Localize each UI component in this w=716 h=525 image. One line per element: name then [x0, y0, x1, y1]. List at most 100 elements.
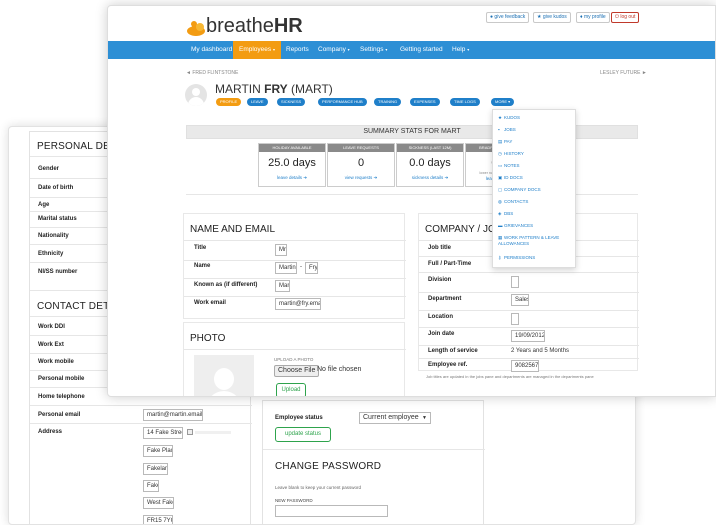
address-lookup-icon[interactable] [187, 429, 193, 435]
address-line-2[interactable]: Fake Place [143, 445, 173, 457]
address-line-3[interactable]: Fakeland [143, 463, 168, 475]
tab-more-label: MORE [495, 99, 507, 104]
nav-settings[interactable]: Settings ▾ [360, 41, 387, 59]
nav-help[interactable]: Help ▾ [452, 41, 469, 59]
nav-help-label: Help [452, 46, 466, 53]
arrow-right-icon: ➜ [444, 175, 449, 180]
divider [184, 240, 406, 241]
tab-profile[interactable]: PROFILE [216, 98, 242, 106]
employee-status-value: Current employee [363, 414, 419, 421]
avatar [185, 84, 207, 106]
stat-leave-requests: LEAVE REQUESTS 0 view requests ➜ [327, 143, 395, 187]
title-label: Title [194, 245, 207, 251]
next-employee-link[interactable]: LESLEY FUTURE ► [600, 70, 647, 76]
work-ext-label: Work Ext [38, 342, 64, 348]
name-email-title: NAME AND EMAIL [190, 224, 276, 235]
give-kudos-button[interactable]: ★ give kudos [533, 12, 571, 23]
nav-company-label: Company [318, 46, 346, 53]
length-of-service-value: 2 Years and 5 Months [511, 348, 570, 354]
nav-my-dashboard[interactable]: My dashboard [191, 41, 232, 59]
stat-sickness-link[interactable]: sickness details ➜ [397, 175, 463, 181]
department-field[interactable]: Sales [511, 294, 529, 306]
tab-more[interactable]: MORE ▾ [491, 98, 515, 106]
stat-holiday: HOLIDAY AVAILABLE 25.0 days leave detail… [258, 143, 326, 187]
location-field[interactable] [511, 313, 519, 325]
menu-dbs[interactable]: ◈ DBS [498, 211, 513, 216]
menu-grievances[interactable]: ▬ GRIEVANCES [498, 223, 533, 228]
work-mobile-label: Work mobile [38, 359, 74, 365]
nav-reports[interactable]: Reports [286, 41, 309, 59]
address-line-6[interactable]: FR15 7YG [143, 515, 173, 524]
join-date-field[interactable]: 19/09/2012 [511, 330, 545, 342]
stat-sickness-value: 0.0 days [409, 157, 451, 169]
main-nav: My dashboard Employees ▾ Reports Company… [108, 41, 715, 59]
menu-id-docs[interactable]: ▣ ID DOCS [498, 175, 523, 180]
new-password-label: NEW PASSWORD [275, 498, 313, 503]
known-as-field[interactable]: Mart [275, 280, 290, 292]
stat-holiday-link[interactable]: leave details ➜ [259, 175, 325, 181]
menu-work-pattern[interactable]: ▦ WORK PATTERN & LEAVE ALLOWANCES [498, 235, 572, 246]
address-line-1[interactable]: 14 Fake Street [143, 427, 183, 439]
last-name-field[interactable]: Fry [305, 262, 318, 274]
log-out-button[interactable]: ⏻ log out [611, 12, 640, 23]
title-field[interactable]: Mr [275, 244, 287, 256]
menu-jobs-label: JOBS [504, 127, 516, 132]
employee-first-name: MARTIN [215, 82, 261, 96]
ni-label: NI/SS number [38, 269, 78, 275]
photo-placeholder [194, 355, 254, 396]
address-hint-bar [195, 431, 231, 434]
menu-pay[interactable]: ▤ PAY [498, 139, 512, 144]
dob-label: Date of birth [38, 185, 74, 191]
division-field[interactable] [511, 276, 519, 288]
address-line-5[interactable]: West Fake [143, 497, 174, 509]
status-password-panel: Employee status Current employee ▼ updat… [262, 400, 485, 524]
menu-dbs-label: DBS [504, 211, 514, 216]
personal-email-field[interactable]: martin@martin.email [143, 409, 203, 421]
tab-sickness[interactable]: SICKNESS [277, 98, 306, 106]
logo-word: breathe [206, 15, 274, 37]
first-name-field[interactable]: Martin [275, 262, 297, 274]
menu-permissions[interactable]: ⚷ PERMISSIONS [498, 255, 535, 260]
employee-status-select[interactable]: Current employee ▼ [359, 412, 431, 424]
nav-employees[interactable]: Employees ▾ [233, 41, 281, 59]
photo-panel: PHOTO UPLOAD A PHOTO Choose File No file… [183, 322, 406, 396]
division-label: Division [428, 277, 452, 283]
divider [419, 310, 639, 311]
divider [419, 358, 639, 359]
employee-ref-field[interactable]: 9082567 [511, 360, 539, 372]
tab-expenses[interactable]: EXPENSES [410, 98, 440, 106]
menu-jobs[interactable]: ▪ JOBS [498, 127, 516, 132]
menu-notes-label: NOTES [504, 163, 520, 168]
menu-contacts[interactable]: ◍ CONTACTS [498, 199, 528, 204]
divider [184, 260, 406, 261]
join-date-label: Join date [428, 331, 455, 337]
tab-time-logs[interactable]: TIME LOGS [450, 98, 480, 106]
nav-company[interactable]: Company ▾ [318, 41, 350, 59]
nav-getting-started[interactable]: Getting started [400, 41, 443, 59]
tab-training[interactable]: TRAINING [374, 98, 402, 106]
work-email-field[interactable]: martin@fry.email [275, 298, 321, 310]
upload-button[interactable]: Upload [276, 383, 306, 396]
menu-history[interactable]: ◷ HISTORY [498, 151, 524, 156]
new-password-input[interactable] [275, 505, 388, 517]
menu-kudos[interactable]: ★ KUDOS [498, 115, 520, 120]
stat-leave-link[interactable]: view requests ➜ [328, 175, 394, 181]
address-line-4[interactable]: Fake [143, 480, 159, 492]
menu-notes[interactable]: ▭ NOTES [498, 163, 520, 168]
name-separator: - [300, 264, 302, 270]
my-profile-button[interactable]: ♦ my profile [576, 12, 610, 23]
menu-company-docs[interactable]: ▢ COMPANY DOCS [498, 187, 541, 192]
tab-leave[interactable]: LEAVE [247, 98, 268, 106]
nav-settings-label: Settings [360, 46, 384, 53]
work-ddi-label: Work DDI [38, 324, 65, 330]
log-out-label: log out [620, 14, 636, 20]
update-status-button[interactable]: update status [275, 427, 331, 442]
divider [30, 423, 252, 424]
company-footnote: Job titles are updated in the jobs pane … [426, 374, 594, 379]
menu-permissions-label: PERMISSIONS [504, 255, 536, 260]
choose-file-button[interactable]: Choose File [274, 365, 320, 377]
give-feedback-button[interactable]: ● give feedback [486, 12, 530, 23]
tab-performance-hub[interactable]: PERFORMANCE HUB [318, 98, 367, 106]
prev-employee-link[interactable]: ◄ FRED FLINTSTONE [186, 70, 238, 76]
upload-photo-label: UPLOAD A PHOTO [274, 357, 314, 362]
